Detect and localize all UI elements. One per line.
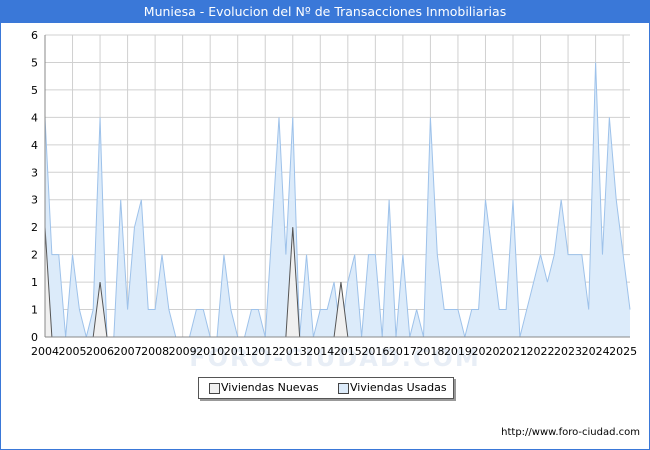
y-tick-label: 3 <box>31 194 38 207</box>
x-tick-label: 2024 <box>582 345 610 358</box>
y-tick-label: 4 <box>31 139 38 152</box>
x-tick-label: 2015 <box>334 345 362 358</box>
y-tick-label: 3 <box>31 166 38 179</box>
x-tick-label: 2009 <box>169 345 197 358</box>
legend: Viviendas Nuevas Viviendas Usadas <box>198 377 454 399</box>
x-tick-label: 2008 <box>141 345 169 358</box>
y-tick-label: 6 <box>31 29 38 42</box>
x-tick-label: 2023 <box>554 345 582 358</box>
legend-swatch-nuevas <box>209 383 220 394</box>
x-tick-label: 2019 <box>444 345 472 358</box>
x-tick-label: 2025 <box>609 345 637 358</box>
y-tick-label: 5 <box>31 56 38 69</box>
x-tick-label: 2010 <box>196 345 224 358</box>
y-tick-label: 0 <box>31 331 38 344</box>
x-tick-label: 2018 <box>416 345 444 358</box>
x-tick-label: 2007 <box>114 345 142 358</box>
x-tick-label: 2014 <box>306 345 334 358</box>
x-tick-label: 2006 <box>86 345 114 358</box>
x-tick-label: 2016 <box>361 345 389 358</box>
x-tick-label: 2022 <box>527 345 555 358</box>
x-tick-label: 2011 <box>224 345 252 358</box>
y-tick-label: 1 <box>31 304 38 317</box>
source-url: http://www.foro-ciudad.com <box>501 427 640 438</box>
x-tick-label: 2021 <box>499 345 527 358</box>
legend-swatch-usadas <box>338 383 349 394</box>
y-tick-label: 5 <box>31 84 38 97</box>
x-tick-label: 2005 <box>59 345 87 358</box>
legend-label-nuevas: Viviendas Nuevas <box>221 381 319 394</box>
y-tick-label: 4 <box>31 111 38 124</box>
x-tick-label: 2004 <box>31 345 59 358</box>
x-tick-label: 2017 <box>389 345 417 358</box>
x-tick-label: 2020 <box>471 345 499 358</box>
x-tick-label: 2012 <box>251 345 279 358</box>
x-tick-label: 2013 <box>279 345 307 358</box>
y-tick-label: 2 <box>31 221 38 234</box>
y-tick-label: 2 <box>31 249 38 262</box>
legend-label-usadas: Viviendas Usadas <box>350 381 447 394</box>
y-tick-label: 1 <box>31 276 38 289</box>
